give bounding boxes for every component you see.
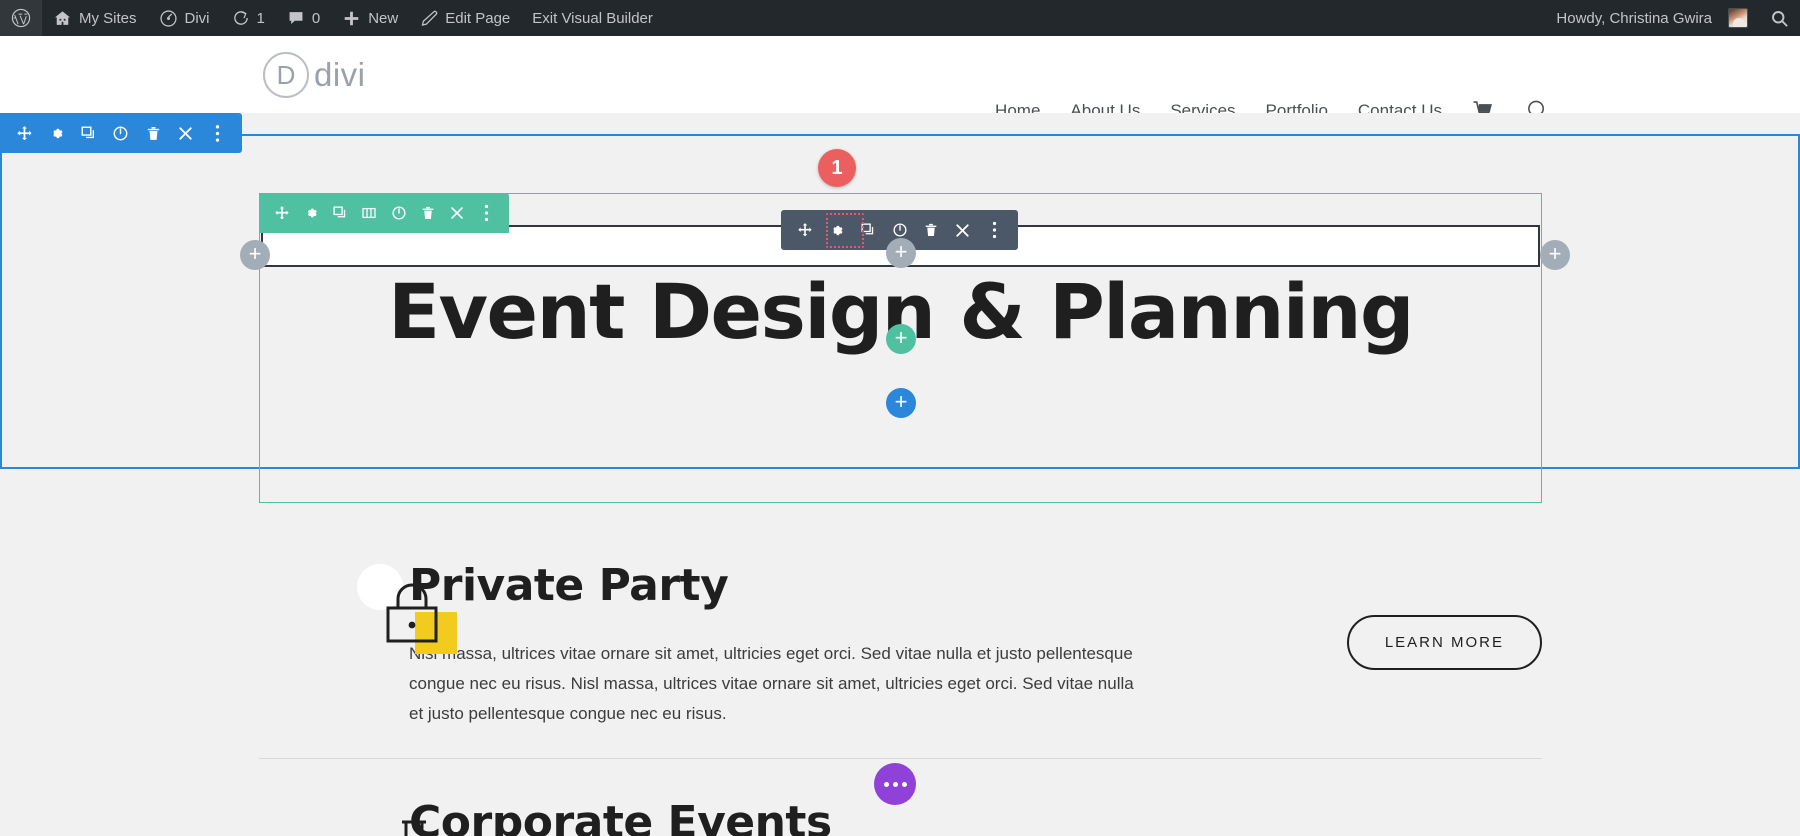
add-column-left-button[interactable]: + — [240, 240, 270, 270]
pencil-icon — [420, 9, 438, 27]
row-duplicate-button[interactable] — [326, 193, 355, 233]
adminbar-howdy-label: Howdy, Christina Gwira — [1556, 9, 1712, 27]
add-column-right-button[interactable]: + — [1540, 240, 1570, 270]
wordpress-logo-icon — [11, 8, 31, 28]
section-settings-button[interactable] — [40, 113, 72, 153]
blurb-title: Corporate Events — [409, 797, 832, 836]
blurb-text: Nisl massa, ultrices vitae ornare sit am… — [409, 644, 1134, 723]
adminbar-item-my-sites[interactable]: My Sites — [42, 0, 148, 36]
adminbar-item-new[interactable]: New — [331, 0, 409, 36]
adminbar-label-divi: Divi — [184, 9, 210, 27]
module-more-button[interactable] — [978, 210, 1010, 250]
site-header: D divi Home About Us Services Portfolio … — [0, 36, 1800, 121]
row-close-button[interactable] — [443, 193, 472, 233]
blurb-body-cell: Corporate Events — [409, 797, 1302, 836]
row-toolbar — [259, 193, 509, 233]
adminbar-label-new: New — [368, 9, 399, 27]
adminbar-item-wordpress[interactable] — [0, 0, 42, 36]
module-delete-button[interactable] — [915, 210, 947, 250]
adminbar-item-divi[interactable]: Divi — [148, 0, 221, 36]
row-more-button[interactable] — [472, 193, 501, 233]
builder-page: My Sites Divi 1 0 New Edit Page Exit Vis… — [0, 0, 1800, 836]
logo-circle-icon: D — [263, 52, 309, 98]
flask-icon — [379, 817, 465, 836]
row-settings-button[interactable] — [296, 193, 325, 233]
blurb-private-party: Private Party Nisl massa, ultrices vitae… — [259, 485, 1542, 760]
blurb-title: Private Party — [409, 560, 729, 611]
avatar — [1728, 8, 1748, 28]
wp-admin-bar: My Sites Divi 1 0 New Edit Page Exit Vis… — [0, 0, 1800, 36]
blurb-icon-cell — [259, 797, 426, 836]
add-module-button[interactable]: + — [886, 238, 916, 268]
section-duplicate-button[interactable] — [73, 113, 105, 153]
add-section-button[interactable]: + — [886, 388, 916, 418]
logo-wordmark: divi — [314, 56, 366, 93]
plus-icon — [342, 9, 361, 28]
divi-icon — [159, 9, 178, 28]
module-move-button[interactable] — [789, 210, 821, 250]
blurb-row: Private Party Nisl massa, ultrices vitae… — [259, 485, 1542, 728]
adminbar-item-comments[interactable]: 0 — [276, 0, 331, 36]
section-delete-button[interactable] — [137, 113, 169, 153]
row-disable-button[interactable] — [384, 193, 413, 233]
adminbar-label-exit-visual-builder: Exit Visual Builder — [532, 9, 653, 27]
section-move-button[interactable] — [8, 113, 40, 153]
dot-1-icon — [883, 781, 889, 787]
add-row-button[interactable]: + — [886, 324, 916, 354]
module-close-button[interactable] — [947, 210, 979, 250]
page-settings-bar-button[interactable] — [874, 763, 916, 805]
adminbar-search-button[interactable] — [1759, 0, 1800, 36]
adminbar-item-updates[interactable]: 1 — [221, 0, 276, 36]
blurb-body-cell: Private Party Nisl massa, ultrices vitae… — [409, 560, 1302, 728]
adminbar-label-updates: 1 — [256, 9, 265, 27]
comments-icon — [287, 9, 305, 27]
blurb-cta-cell: LEARN MORE — [1302, 560, 1542, 670]
lock-icon — [357, 564, 465, 656]
adminbar-label-edit-page: Edit Page — [445, 9, 511, 27]
learn-more-button[interactable]: LEARN MORE — [1346, 615, 1542, 670]
search-icon — [1770, 9, 1789, 28]
adminbar-item-edit-page[interactable]: Edit Page — [409, 0, 521, 36]
section-more-button[interactable] — [202, 113, 234, 153]
section-toolbar — [0, 113, 242, 153]
module-settings-button[interactable] — [821, 210, 853, 250]
row-move-button[interactable] — [267, 193, 296, 233]
adminbar-item-account[interactable]: Howdy, Christina Gwira — [1545, 0, 1759, 36]
my-sites-icon — [53, 9, 72, 28]
section-close-button[interactable] — [169, 113, 201, 153]
blurb-icon-cell — [259, 560, 457, 656]
row-columns-button[interactable] — [355, 193, 384, 233]
adminbar-right: Howdy, Christina Gwira — [1545, 0, 1800, 36]
adminbar-item-exit-visual-builder[interactable]: Exit Visual Builder — [521, 0, 664, 36]
logo-letter: D — [276, 59, 296, 90]
row-delete-button[interactable] — [413, 193, 442, 233]
module-duplicate-button[interactable] — [852, 210, 884, 250]
dot-3-icon — [901, 781, 907, 787]
site-logo[interactable]: D divi — [263, 52, 366, 98]
updates-icon — [232, 9, 250, 27]
section-disable-button[interactable] — [105, 113, 137, 153]
step-badge: 1 — [818, 149, 856, 187]
adminbar-label-comments: 0 — [311, 9, 321, 27]
blurb-cta-cell — [1302, 797, 1542, 836]
visual-builder-canvas: Event Design & Planning 1 + + + + + Priv… — [0, 113, 1800, 836]
adminbar-label-my-sites: My Sites — [79, 9, 137, 27]
dot-2-icon — [892, 781, 898, 787]
